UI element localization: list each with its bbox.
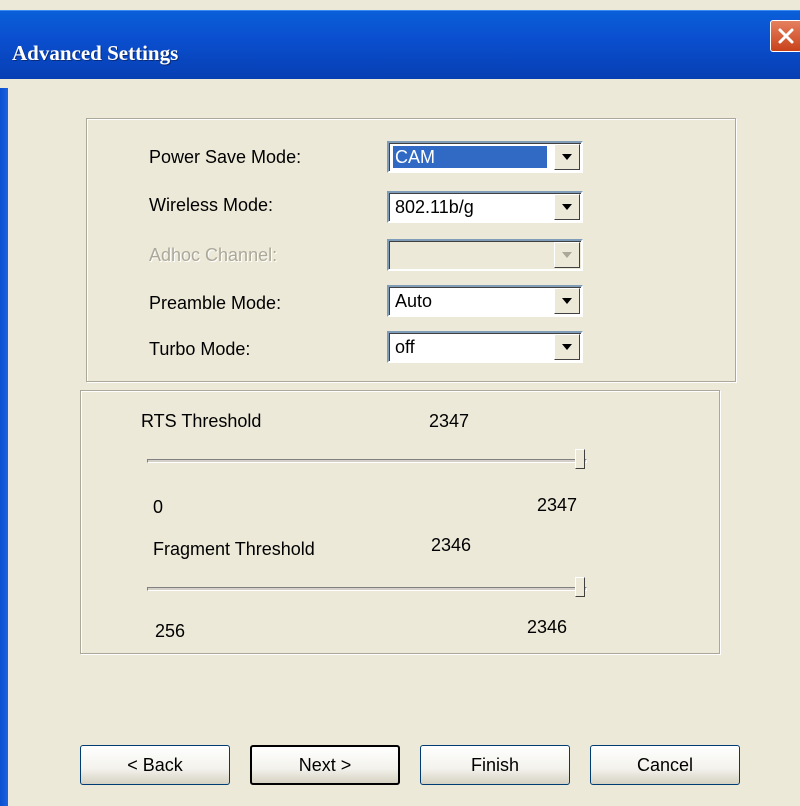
fragment-min-label: 256 — [155, 621, 186, 641]
rts-threshold-value: 2347 — [429, 411, 470, 431]
fragment-slider-thumb[interactable] — [575, 577, 585, 597]
finish-button[interactable]: Finish — [420, 745, 570, 785]
title-bar-fill: Advanced Settings — [0, 10, 800, 79]
chevron-down-icon — [562, 344, 572, 350]
fragment-slider-track[interactable] — [147, 587, 587, 591]
adhoc-channel-value — [393, 244, 397, 266]
preamble-mode-value: Auto — [395, 291, 433, 311]
adhoc-channel-label: Adhoc Channel: — [149, 245, 278, 265]
rts-min-label: 0 — [153, 497, 164, 517]
chevron-down-icon — [562, 298, 572, 304]
wireless-mode-select[interactable]: 802.11b/g — [387, 191, 583, 223]
preamble-mode-label: Preamble Mode: — [149, 293, 282, 313]
chevron-down-icon — [562, 204, 572, 210]
power-save-select[interactable]: CAM — [387, 141, 583, 173]
rts-slider-track[interactable] — [147, 459, 587, 463]
cancel-button[interactable]: Cancel — [590, 745, 740, 785]
dropdown-button[interactable] — [554, 288, 580, 314]
rts-max-label: 2347 — [537, 495, 578, 515]
wireless-mode-value: 802.11b/g — [395, 197, 474, 217]
turbo-mode-select[interactable]: off — [387, 331, 583, 363]
power-save-label: Power Save Mode: — [149, 147, 302, 167]
power-save-value: CAM — [393, 146, 547, 168]
window-title: Advanced Settings — [12, 41, 179, 65]
thresholds-group: RTS Threshold 2347 0 2347 Fragment Thres… — [80, 390, 720, 654]
dropdown-button[interactable] — [554, 334, 580, 360]
dropdown-button[interactable] — [554, 194, 580, 220]
turbo-mode-label: Turbo Mode: — [149, 339, 251, 359]
close-button[interactable] — [770, 20, 800, 52]
dropdown-button — [554, 242, 580, 268]
fragment-threshold-value: 2346 — [431, 535, 472, 555]
rts-threshold-label: RTS Threshold — [141, 411, 262, 431]
turbo-mode-value: off — [395, 337, 415, 357]
fragment-max-label: 2346 — [527, 617, 568, 637]
dropdown-button[interactable] — [554, 144, 580, 170]
wireless-mode-label: Wireless Mode: — [149, 195, 274, 215]
fragment-threshold-label: Fragment Threshold — [153, 539, 315, 559]
preamble-mode-select[interactable]: Auto — [387, 285, 583, 317]
window-border — [0, 88, 8, 806]
back-button[interactable]: < Back — [80, 745, 230, 785]
adhoc-channel-select[interactable] — [387, 239, 583, 271]
settings-group: Power Save Mode: CAM Wireless Mode: 802.… — [86, 118, 736, 382]
close-icon — [778, 28, 794, 44]
chevron-down-icon — [562, 154, 572, 160]
next-button[interactable]: Next > — [250, 745, 400, 785]
rts-slider-thumb[interactable] — [575, 449, 585, 469]
chevron-down-icon — [562, 252, 572, 258]
title-bar[interactable]: Advanced Settings — [0, 0, 800, 88]
